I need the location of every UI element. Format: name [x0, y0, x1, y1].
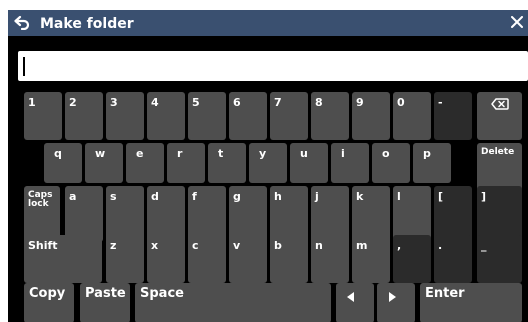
key-j[interactable]: j — [311, 186, 349, 242]
right-arrow-icon — [389, 292, 396, 302]
back-arrow-icon — [14, 15, 30, 30]
key-v[interactable]: v — [229, 235, 267, 283]
key-d[interactable]: d — [147, 186, 185, 242]
key-h[interactable]: h — [270, 186, 308, 242]
key-w[interactable]: w — [85, 143, 123, 183]
paste-button[interactable]: Paste — [80, 283, 130, 322]
key-b[interactable]: b — [270, 235, 308, 283]
backspace-key[interactable] — [477, 92, 522, 140]
key-underscore[interactable]: _ — [477, 235, 522, 283]
key-x[interactable]: x — [147, 235, 185, 283]
key-c[interactable]: c — [188, 235, 226, 283]
space-key[interactable]: Space — [135, 283, 331, 322]
key-3[interactable]: 3 — [106, 92, 144, 140]
key-1[interactable]: 1 — [24, 92, 62, 140]
key-n[interactable]: n — [311, 235, 349, 283]
title-bar: Make folder — [8, 10, 528, 36]
copy-button[interactable]: Copy — [24, 283, 74, 322]
backspace-icon — [490, 98, 509, 110]
key-right-bracket[interactable]: ] — [477, 186, 522, 242]
key-m[interactable]: m — [352, 235, 390, 283]
left-arrow-icon — [347, 292, 354, 302]
key-o[interactable]: o — [372, 143, 410, 183]
text-caret — [23, 57, 25, 76]
key-hyphen[interactable]: - — [434, 92, 472, 140]
key-u[interactable]: u — [290, 143, 328, 183]
caps-lock-key[interactable]: Caps lock — [24, 186, 60, 242]
delete-key[interactable]: Delete — [477, 143, 522, 191]
cursor-left-key[interactable] — [336, 283, 374, 322]
key-g[interactable]: g — [229, 186, 267, 242]
key-9[interactable]: 9 — [352, 92, 390, 140]
key-left-bracket[interactable]: [ — [434, 186, 472, 242]
folder-name-input[interactable] — [18, 51, 528, 81]
key-q[interactable]: q — [44, 143, 82, 183]
key-4[interactable]: 4 — [147, 92, 185, 140]
key-z[interactable]: z — [106, 235, 144, 283]
key-s[interactable]: s — [106, 186, 144, 242]
key-2[interactable]: 2 — [65, 92, 103, 140]
close-button[interactable] — [506, 10, 528, 34]
key-l[interactable]: l — [393, 186, 431, 242]
key-p[interactable]: p — [413, 143, 451, 183]
dialog-title: Make folder — [40, 16, 134, 32]
key-8[interactable]: 8 — [311, 92, 349, 140]
key-a[interactable]: a — [65, 186, 103, 242]
key-t[interactable]: t — [208, 143, 246, 183]
dialog-screen: Make folder 1 2 3 4 5 6 7 8 9 0 - q w e … — [8, 10, 528, 322]
shift-key[interactable]: Shift — [24, 235, 102, 283]
back-button[interactable] — [11, 10, 33, 34]
key-period[interactable]: . — [434, 235, 472, 283]
enter-key[interactable]: Enter — [420, 283, 522, 322]
key-7[interactable]: 7 — [270, 92, 308, 140]
key-k[interactable]: k — [352, 186, 390, 242]
cursor-right-key[interactable] — [377, 283, 415, 322]
key-i[interactable]: i — [331, 143, 369, 183]
key-comma[interactable]: , — [393, 235, 431, 283]
close-icon — [511, 16, 523, 28]
key-e[interactable]: e — [126, 143, 164, 183]
key-5[interactable]: 5 — [188, 92, 226, 140]
key-y[interactable]: y — [249, 143, 287, 183]
key-0[interactable]: 0 — [393, 92, 431, 140]
key-r[interactable]: r — [167, 143, 205, 183]
key-6[interactable]: 6 — [229, 92, 267, 140]
key-f[interactable]: f — [188, 186, 226, 242]
